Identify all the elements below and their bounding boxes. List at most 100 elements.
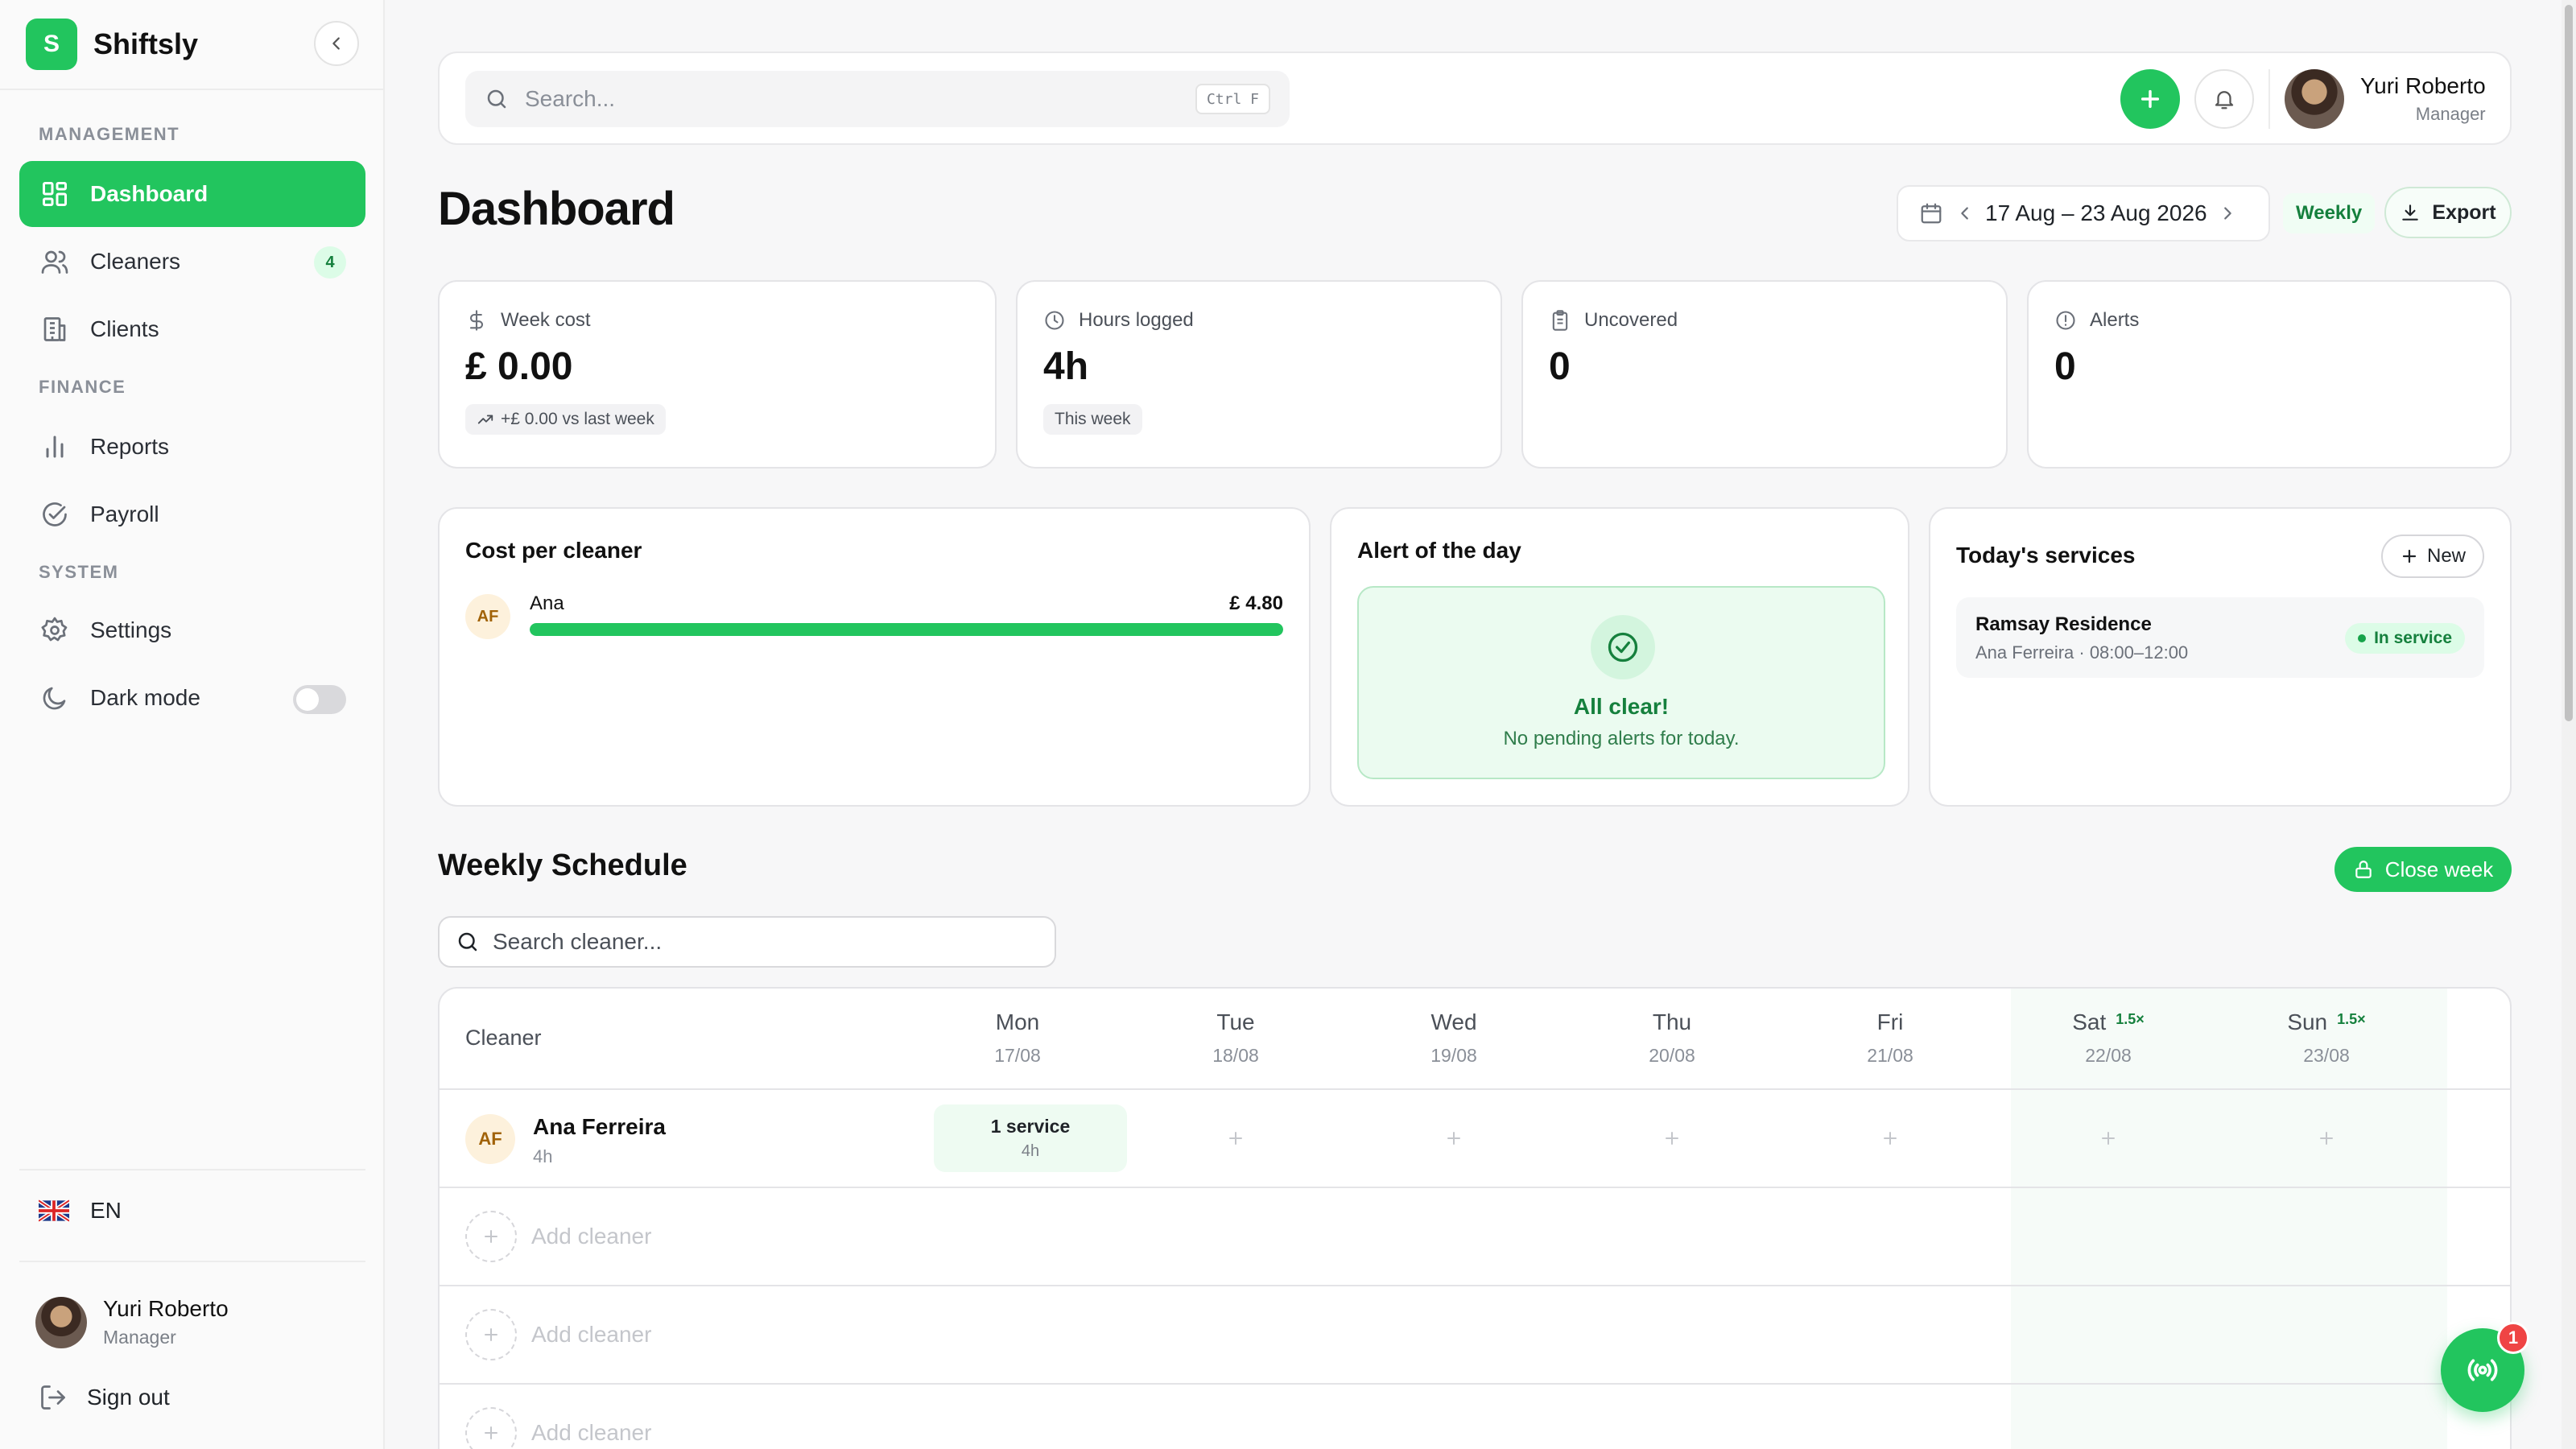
- add-cleaner-label: Add cleaner: [531, 1322, 652, 1347]
- sidebar-item-dashboard[interactable]: Dashboard: [19, 161, 365, 227]
- add-cleaner-row[interactable]: Add cleaner: [440, 1286, 2510, 1385]
- avatar: [35, 1296, 87, 1348]
- stat-trend-chip: +£ 0.00 vs last week: [465, 404, 666, 435]
- check-circle-icon: [1591, 615, 1655, 679]
- day-header-wed: Wed 19/08: [1357, 1009, 1550, 1067]
- user-role: Manager: [103, 1327, 176, 1348]
- sign-out-button[interactable]: Sign out: [39, 1383, 170, 1412]
- cost-per-cleaner-card: Cost per cleaner AF Ana £ 4.80: [438, 507, 1311, 807]
- user-role: Manager: [2415, 104, 2486, 124]
- search-input[interactable]: Search...: [525, 86, 615, 112]
- sidebar-item-cleaners[interactable]: Cleaners 4: [19, 229, 365, 295]
- schedule-cell-service[interactable]: 1 service 4h: [934, 1104, 1127, 1172]
- day-date: 17/08: [994, 1045, 1041, 1066]
- add-shift-button[interactable]: [2310, 1122, 2343, 1154]
- global-search[interactable]: Search... Ctrl F: [465, 71, 1290, 127]
- add-shift-button[interactable]: [1438, 1122, 1470, 1154]
- day-name: Wed: [1430, 1009, 1477, 1034]
- export-button[interactable]: Export: [2384, 187, 2512, 238]
- trending-up-icon: [477, 415, 493, 424]
- sidebar-item-payroll[interactable]: Payroll: [19, 481, 365, 547]
- day-date: 23/08: [2303, 1045, 2350, 1066]
- chevron-left-icon: [332, 37, 340, 50]
- add-shift-button[interactable]: [1220, 1122, 1252, 1154]
- notifications-button[interactable]: [2194, 69, 2254, 129]
- language-selector[interactable]: EN: [39, 1198, 122, 1224]
- close-week-button[interactable]: Close week: [2334, 847, 2512, 892]
- plus-icon: [2402, 549, 2417, 564]
- stat-label: Week cost: [501, 309, 591, 331]
- user-name: Yuri Roberto: [103, 1296, 229, 1321]
- building-icon: [39, 313, 71, 345]
- clock-icon: [1045, 311, 1064, 330]
- section-label-system: SYSTEM: [39, 562, 119, 582]
- add-shift-button[interactable]: [1656, 1122, 1688, 1154]
- sidebar-item-label: Clients: [90, 316, 159, 341]
- broadcast-icon: [2467, 1359, 2498, 1381]
- day-header-thu: Thu 20/08: [1575, 1009, 1769, 1067]
- collapse-sidebar-button[interactable]: [314, 21, 359, 66]
- plus-icon: [2320, 1132, 2333, 1145]
- day-date: 22/08: [2085, 1045, 2132, 1066]
- service-hours: 4h: [1021, 1142, 1040, 1160]
- plus-icon: [1884, 1132, 1897, 1145]
- header-user-menu[interactable]: Yuri Roberto Manager: [2285, 69, 2486, 129]
- download-icon: [2402, 204, 2419, 221]
- stat-value: 0: [1549, 345, 1571, 388]
- status-badge: In service: [2345, 623, 2465, 654]
- brand-logo: S: [26, 19, 77, 70]
- alert-status-message: No pending alerts for today.: [1503, 728, 1740, 749]
- sidebar-item-label: Cleaners: [90, 249, 181, 274]
- card-title: Today's services: [1956, 543, 2136, 568]
- stat-label: Hours logged: [1079, 309, 1194, 331]
- stat-card-week-cost: Week cost £ 0.00 +£ 0.00 vs last week: [438, 280, 997, 469]
- cleaner-cost: £ 4.80: [1229, 592, 1283, 614]
- add-shift-button[interactable]: [1874, 1122, 1906, 1154]
- next-week-button[interactable]: [2219, 204, 2236, 222]
- dark-mode-toggle[interactable]: [293, 685, 346, 714]
- day-name: Thu: [1652, 1009, 1692, 1034]
- alert-circle-icon: [2056, 311, 2075, 330]
- check-circle-icon: [39, 498, 71, 530]
- date-range-picker[interactable]: 17 Aug – 23 Aug 2026: [1897, 185, 2270, 242]
- sidebar-user[interactable]: Yuri Roberto Manager: [35, 1296, 229, 1348]
- add-shift-button[interactable]: [2092, 1122, 2124, 1154]
- brand[interactable]: S Shiftsly: [26, 18, 198, 71]
- sidebar-item-dark-mode[interactable]: Dark mode: [19, 665, 365, 731]
- column-header-cleaner: Cleaner: [465, 1026, 542, 1050]
- new-service-button[interactable]: New: [2381, 535, 2484, 578]
- add-cleaner-row[interactable]: Add cleaner: [440, 1188, 2510, 1286]
- quick-add-button[interactable]: [2120, 69, 2180, 129]
- user-name: Yuri Roberto: [2360, 73, 2486, 98]
- add-cleaner-row[interactable]: Add cleaner: [440, 1385, 2510, 1449]
- stat-card-hours-logged: Hours logged 4h This week: [1016, 280, 1502, 469]
- notification-count-badge: 1: [2497, 1322, 2529, 1354]
- section-label-management: MANAGEMENT: [39, 124, 180, 144]
- day-date: 20/08: [1649, 1045, 1695, 1066]
- previous-week-button[interactable]: [1956, 204, 1974, 222]
- plus-icon: [1229, 1132, 1242, 1145]
- avatar: AF: [465, 594, 510, 639]
- page-scrollbar[interactable]: [2562, 0, 2576, 1449]
- table-row: AF Ana Ferreira 4h 1 service 4h: [440, 1090, 2510, 1188]
- period-selector[interactable]: Weekly: [2283, 193, 2376, 233]
- scrollbar-thumb[interactable]: [2565, 5, 2573, 721]
- lock-icon: [2355, 861, 2372, 878]
- stat-label: Uncovered: [1584, 309, 1678, 331]
- cleaner-search[interactable]: [438, 916, 1056, 968]
- card-title: Cost per cleaner: [465, 538, 642, 563]
- cleaner-search-input[interactable]: [493, 929, 1024, 955]
- sidebar-item-label: Payroll: [90, 502, 159, 526]
- clipboard-icon: [1552, 310, 1568, 331]
- service-item[interactable]: Ramsay Residence Ana Ferreira · 08:00–12…: [1956, 597, 2484, 678]
- search-shortcut: Ctrl F: [1195, 84, 1270, 114]
- sidebar-item-reports[interactable]: Reports: [19, 414, 365, 480]
- divider: [2268, 69, 2270, 129]
- sidebar-item-clients[interactable]: Clients: [19, 296, 365, 362]
- sidebar-item-settings[interactable]: Settings: [19, 597, 365, 663]
- live-updates-button[interactable]: 1: [2441, 1322, 2529, 1412]
- new-service-label: New: [2426, 545, 2466, 567]
- plus-icon: [465, 1211, 517, 1262]
- date-range-label: 17 Aug – 23 Aug 2026: [1985, 200, 2207, 225]
- cleaner-name[interactable]: Ana Ferreira: [533, 1114, 666, 1140]
